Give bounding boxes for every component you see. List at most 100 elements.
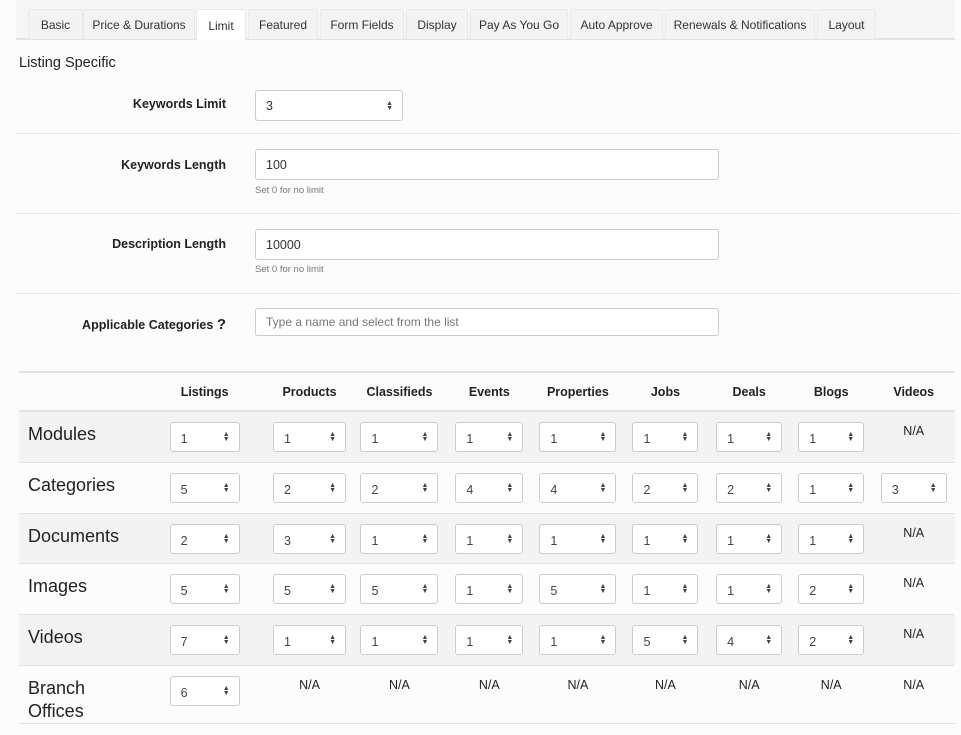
- limit-select[interactable]: 1 ▲ ▼: [273, 422, 347, 452]
- tab-display[interactable]: Display: [406, 9, 468, 39]
- table-cell: N/A: [445, 665, 534, 724]
- limit-select[interactable]: 4 ▲ ▼: [716, 624, 783, 655]
- limit-select[interactable]: 3 ▲ ▼: [880, 472, 947, 503]
- limit-select[interactable]: 2 ▲ ▼: [273, 472, 347, 503]
- table-row: Modules 1 ▲ ▼ 1 ▲ ▼ 1 ▲ ▼ 1 ▲ ▼ 1 ▲ ▼ 1 ▲ ▼ 1 ▲ ▼ 1 ▲ ▼ N/A: [19, 411, 955, 463]
- limit-select[interactable]: 1 ▲ ▼: [360, 624, 439, 655]
- table-row: Categories 5 ▲ ▼ 2 ▲ ▼ 2 ▲ ▼ 4 ▲ ▼ 4 ▲ ▼ 2 ▲ ▼ 2 ▲ ▼ 1 ▲ ▼ 3 ▲ ▼: [19, 462, 955, 514]
- limit-select[interactable]: 1 ▲ ▼: [798, 422, 865, 452]
- na-text: N/A: [903, 525, 925, 540]
- table-cell: 1 ▲ ▼: [708, 513, 790, 564]
- select-value: 1: [371, 634, 379, 649]
- tab-basic[interactable]: Basic: [28, 9, 83, 39]
- select-value: 5: [550, 583, 558, 598]
- select-caret-icon: ▲ ▼: [847, 582, 855, 595]
- limit-select[interactable]: 1 ▲ ▼: [632, 523, 699, 554]
- select-value: 5: [180, 482, 188, 497]
- select-caret-icon: ▲ ▼: [421, 481, 429, 494]
- tab-form-fields[interactable]: Form Fields: [320, 9, 404, 39]
- limit-select[interactable]: 1 ▲ ▼: [632, 573, 699, 604]
- limit-select[interactable]: 5 ▲ ▼: [169, 472, 240, 503]
- limit-select[interactable]: 1 ▲ ▼: [455, 624, 524, 655]
- table-cell: 2 ▲ ▼: [143, 513, 266, 564]
- limit-select[interactable]: 1 ▲ ▼: [539, 624, 617, 655]
- select-caret-icon: ▲ ▼: [765, 431, 773, 443]
- select-value: 1: [466, 432, 474, 446]
- table-cell: N/A: [533, 665, 623, 724]
- table-cell: 2 ▲ ▼: [789, 563, 873, 615]
- tab-price-durations[interactable]: Price & Durations: [83, 9, 195, 39]
- limit-select[interactable]: 6 ▲ ▼: [169, 675, 240, 706]
- limit-select[interactable]: 2 ▲ ▼: [798, 573, 865, 604]
- limit-select[interactable]: 2 ▲ ▼: [360, 472, 439, 503]
- limit-select[interactable]: 1 ▲ ▼: [798, 523, 865, 554]
- select-value: 1: [284, 432, 291, 446]
- column-header: Deals: [708, 371, 790, 412]
- select-caret-icon: ▲ ▼: [599, 582, 607, 595]
- limit-select[interactable]: 1 ▲ ▼: [716, 573, 783, 604]
- select-caret-icon: ▲ ▼: [765, 481, 773, 494]
- table-cell: 1 ▲ ▼: [265, 614, 354, 666]
- table-cell: 4 ▲ ▼: [708, 614, 790, 666]
- limit-select[interactable]: 5 ▲ ▼: [169, 573, 240, 604]
- table-cell: N/A: [708, 665, 790, 724]
- limit-select[interactable]: 1 ▲ ▼: [716, 422, 783, 452]
- tab-pay-as-you-go[interactable]: Pay As You Go: [470, 9, 568, 39]
- limit-select[interactable]: 1 ▲ ▼: [632, 422, 699, 452]
- keywords-length-input[interactable]: 100: [255, 149, 719, 180]
- limit-select[interactable]: 1 ▲ ▼: [539, 422, 617, 452]
- select-caret-icon: ▲ ▼: [765, 582, 773, 595]
- limit-select[interactable]: 2 ▲ ▼: [632, 472, 699, 503]
- limit-select[interactable]: 1 ▲ ▼: [169, 422, 240, 452]
- limit-select[interactable]: 1 ▲ ▼: [539, 523, 617, 554]
- select-value: 1: [727, 583, 735, 598]
- description-length-input[interactable]: 10000: [255, 229, 719, 260]
- select-value: 5: [643, 634, 651, 649]
- limit-select[interactable]: 4 ▲ ▼: [455, 472, 524, 503]
- table-cell: 5 ▲ ▼: [533, 563, 623, 615]
- tab-featured[interactable]: Featured: [248, 9, 318, 39]
- na-text: N/A: [389, 677, 410, 692]
- limit-select[interactable]: 1 ▲ ▼: [360, 422, 439, 452]
- limit-select[interactable]: 3 ▲ ▼: [273, 523, 347, 554]
- table-cell: 5 ▲ ▼: [622, 614, 709, 666]
- applicable-categories-input[interactable]: Type a name and select from the list: [255, 308, 719, 336]
- row-label: Categories: [19, 462, 144, 514]
- select-value: 1: [371, 533, 379, 548]
- select-value: 2: [727, 482, 735, 497]
- limit-select[interactable]: 4 ▲ ▼: [539, 472, 617, 503]
- limit-select[interactable]: 5 ▲ ▼: [539, 573, 617, 604]
- applicable-categories-label: Applicable Categories ?: [82, 316, 226, 333]
- limit-select[interactable]: 1 ▲ ▼: [798, 472, 865, 503]
- na-text: N/A: [903, 626, 925, 641]
- select-caret-icon: ▲ ▼: [506, 481, 514, 494]
- limit-select[interactable]: 1 ▲ ▼: [455, 523, 524, 554]
- limit-select[interactable]: 1 ▲ ▼: [455, 573, 524, 604]
- limit-select[interactable]: 2 ▲ ▼: [716, 472, 783, 503]
- select-caret-icon: ▲ ▼: [329, 532, 337, 545]
- limit-select[interactable]: 2 ▲ ▼: [169, 523, 240, 554]
- limit-select[interactable]: 5 ▲ ▼: [360, 573, 439, 604]
- tab-limit[interactable]: Limit: [196, 9, 246, 41]
- limit-select[interactable]: 1 ▲ ▼: [455, 422, 524, 452]
- limit-select[interactable]: 1 ▲ ▼: [360, 523, 439, 554]
- select-caret-icon: ▲ ▼: [329, 481, 337, 494]
- row-label: Documents: [19, 513, 144, 564]
- select-value: 2: [809, 583, 817, 598]
- na-text: N/A: [655, 677, 676, 692]
- tab-layout[interactable]: Layout: [817, 9, 876, 39]
- select-value: 2: [643, 482, 651, 497]
- description-length-label: Description Length: [112, 237, 226, 251]
- tab-auto-approve[interactable]: Auto Approve: [570, 9, 663, 39]
- select-value: 1: [550, 634, 558, 649]
- tab-renewals-notifications[interactable]: Renewals & Notifications: [665, 9, 815, 39]
- help-question-icon[interactable]: ?: [217, 316, 226, 333]
- keywords-limit-select[interactable]: 3 ▲ ▼: [255, 90, 403, 121]
- limit-select[interactable]: 1 ▲ ▼: [273, 624, 347, 655]
- limit-select[interactable]: 7 ▲ ▼: [169, 624, 240, 655]
- limit-select[interactable]: 5 ▲ ▼: [273, 573, 347, 604]
- limit-select[interactable]: 5 ▲ ▼: [632, 624, 699, 655]
- limit-select[interactable]: 2 ▲ ▼: [798, 624, 865, 655]
- column-header: Classifieds: [353, 371, 446, 412]
- limit-select[interactable]: 1 ▲ ▼: [716, 523, 783, 554]
